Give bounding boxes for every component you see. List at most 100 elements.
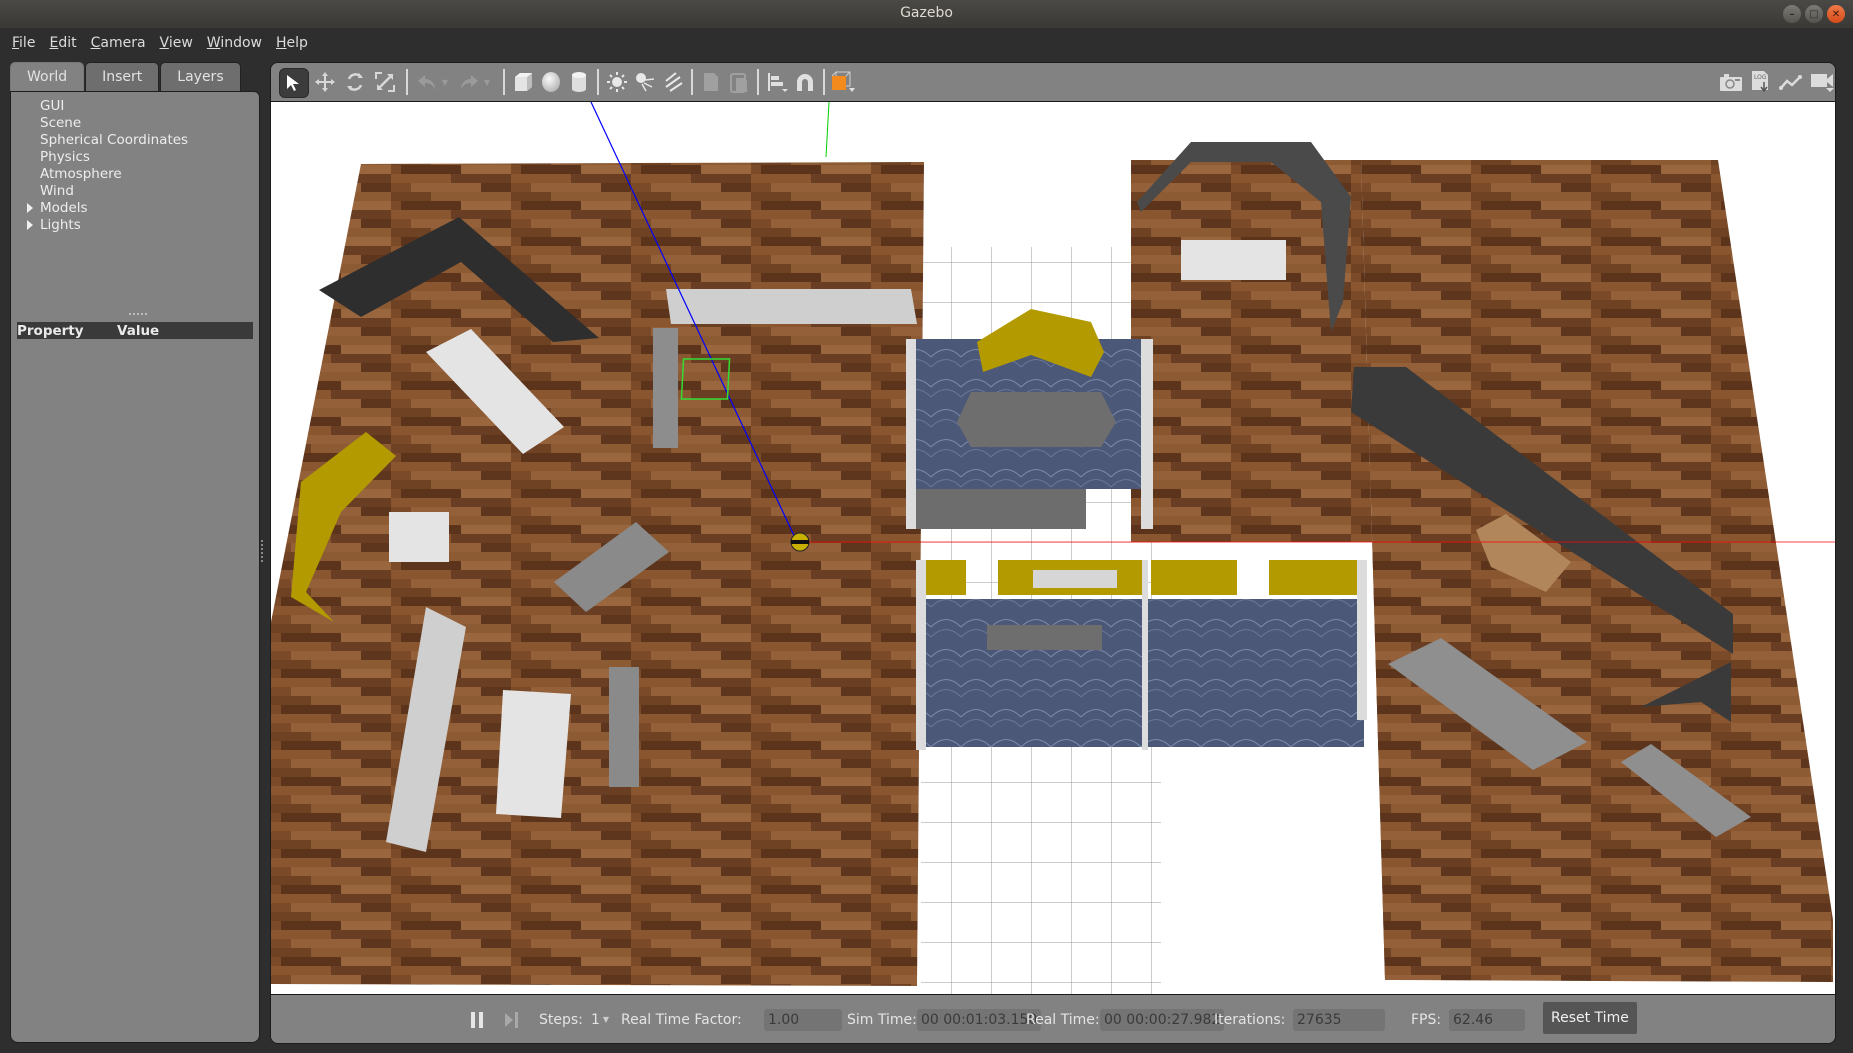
tree-item-gui[interactable]: GUI xyxy=(11,98,188,115)
toolbar-separator xyxy=(597,69,599,95)
menu-help[interactable]: Help xyxy=(276,35,318,51)
redo-history-button[interactable]: ▼ xyxy=(479,68,495,96)
real-time-field: 00 00:00:27.982 xyxy=(1100,1008,1225,1031)
toolbar-separator xyxy=(691,69,693,95)
menu-file[interactable]: File xyxy=(12,35,45,51)
iterations-label: Iterations: xyxy=(1214,1011,1286,1028)
maximize-button[interactable]: □ xyxy=(1805,5,1823,23)
room-lower-wall-yellow-1 xyxy=(921,560,966,595)
minimize-icon: – xyxy=(1789,8,1795,20)
view-angle-cube-icon xyxy=(831,71,855,92)
select-mode-button[interactable] xyxy=(279,68,309,98)
expand-arrow-icon[interactable] xyxy=(27,220,33,230)
align-button[interactable] xyxy=(763,68,791,96)
robot-stripe xyxy=(791,540,809,544)
tab-insert[interactable]: Insert xyxy=(85,62,160,91)
panel-resize-handle[interactable] xyxy=(129,313,147,318)
maximize-icon: □ xyxy=(1809,8,1819,20)
scale-mode-button[interactable] xyxy=(371,68,399,96)
tree-item-label: Spherical Coordinates xyxy=(40,132,189,148)
room-lower-right xyxy=(1144,599,1364,747)
log-data-button[interactable]: LOG xyxy=(1747,68,1775,96)
dropdown-arrow-icon: ▼ xyxy=(441,77,449,87)
step-button[interactable] xyxy=(505,995,519,1043)
tree-item-physics[interactable]: Physics xyxy=(11,149,188,166)
room-lower-wall-yellow-4 xyxy=(1269,560,1357,595)
tree-item-spherical-coordinates[interactable]: Spherical Coordinates xyxy=(11,132,188,149)
menu-help-label: elp xyxy=(286,35,308,51)
line-plot-icon xyxy=(1779,75,1802,90)
menu-edit[interactable]: Edit xyxy=(49,35,86,51)
svg-text:LOG: LOG xyxy=(1754,74,1767,81)
view-angle-button[interactable] xyxy=(829,68,857,96)
sphere-shape-button[interactable] xyxy=(537,68,565,96)
tab-layers[interactable]: Layers xyxy=(160,62,241,91)
sphere-icon xyxy=(542,72,560,92)
snap-button[interactable] xyxy=(791,68,819,96)
steps-spinner[interactable]: 1 ▼ xyxy=(591,995,609,1043)
splitter-handle[interactable] xyxy=(261,540,266,562)
tree-item-models[interactable]: Models xyxy=(11,200,188,217)
3d-viewport[interactable] xyxy=(271,102,1835,994)
room-lower-left xyxy=(919,599,1144,747)
plot-button[interactable] xyxy=(1777,68,1805,96)
gray-wall-top xyxy=(666,289,917,324)
spot-light-button[interactable] xyxy=(631,68,659,96)
magnet-icon xyxy=(797,74,813,91)
fps-label: FPS: xyxy=(1411,1011,1442,1028)
tree-item-wind[interactable]: Wind xyxy=(11,183,188,200)
cylinder-icon xyxy=(572,72,586,92)
room-lower-wall-left xyxy=(916,560,926,750)
close-icon: ✕ xyxy=(1831,8,1841,20)
room-lower-table xyxy=(987,625,1102,650)
minimize-button[interactable]: – xyxy=(1783,5,1801,23)
menu-camera-mnemonic: C xyxy=(90,35,101,51)
menu-window-mnemonic: W xyxy=(206,35,221,51)
menu-window-label: indow xyxy=(220,35,262,51)
menu-window[interactable]: Window xyxy=(207,35,272,51)
video-record-button[interactable] xyxy=(1809,68,1835,96)
real-time-factor-label: Real Time Factor: xyxy=(621,1011,742,1028)
tree-item-label: Lights xyxy=(40,217,81,233)
expand-arrow-icon[interactable] xyxy=(27,203,33,213)
menu-edit-mnemonic: E xyxy=(49,35,59,51)
undo-history-button[interactable]: ▼ xyxy=(437,68,453,96)
property-column-header: Property xyxy=(17,322,84,339)
real-time-factor-field-wrap: 1.00 xyxy=(764,995,842,1043)
toolbar-separator xyxy=(823,69,825,95)
white-table-bottom xyxy=(496,690,571,818)
reset-time-button[interactable]: Reset Time xyxy=(1543,1002,1637,1034)
menu-view[interactable]: View xyxy=(160,35,203,51)
fps-field: 62.46 xyxy=(1449,1008,1525,1031)
left-panel: World Insert Layers GUI Scene Spherical … xyxy=(10,62,260,1043)
screenshot-button[interactable] xyxy=(1717,68,1745,96)
point-light-icon xyxy=(607,72,627,92)
directional-light-button[interactable] xyxy=(659,68,687,96)
tab-world[interactable]: World xyxy=(10,62,85,91)
paste-button[interactable] xyxy=(725,68,753,96)
toolbar-separator xyxy=(406,69,408,95)
toolbar-separator xyxy=(757,69,759,95)
tree-item-atmosphere[interactable]: Atmosphere xyxy=(11,166,188,183)
menu-camera[interactable]: Camera xyxy=(91,35,156,51)
tree-item-lights[interactable]: Lights xyxy=(11,217,188,234)
cylinder-shape-button[interactable] xyxy=(565,68,593,96)
rotate-mode-button[interactable] xyxy=(341,68,369,96)
menu-file-mnemonic: F xyxy=(12,35,20,51)
copy-button[interactable] xyxy=(697,68,725,96)
close-button[interactable]: ✕ xyxy=(1827,5,1845,23)
undo-icon xyxy=(418,75,435,90)
log-download-icon: LOG xyxy=(1752,71,1768,93)
tree-item-label: Models xyxy=(40,200,88,216)
translate-mode-button[interactable] xyxy=(311,68,339,96)
bottom-control-bar: Steps: 1 ▼ Real Time Factor: 1.00 Sim Tim… xyxy=(271,994,1835,1043)
redo-icon xyxy=(461,75,478,90)
camera-icon xyxy=(1720,74,1742,91)
world-tree: GUI Scene Spherical Coordinates Physics … xyxy=(11,98,188,234)
point-light-button[interactable] xyxy=(603,68,631,96)
gray-pillar-bottom xyxy=(609,667,639,787)
box-icon xyxy=(515,73,532,91)
box-shape-button[interactable] xyxy=(509,68,537,96)
pause-button[interactable] xyxy=(471,995,485,1043)
tree-item-scene[interactable]: Scene xyxy=(11,115,188,132)
